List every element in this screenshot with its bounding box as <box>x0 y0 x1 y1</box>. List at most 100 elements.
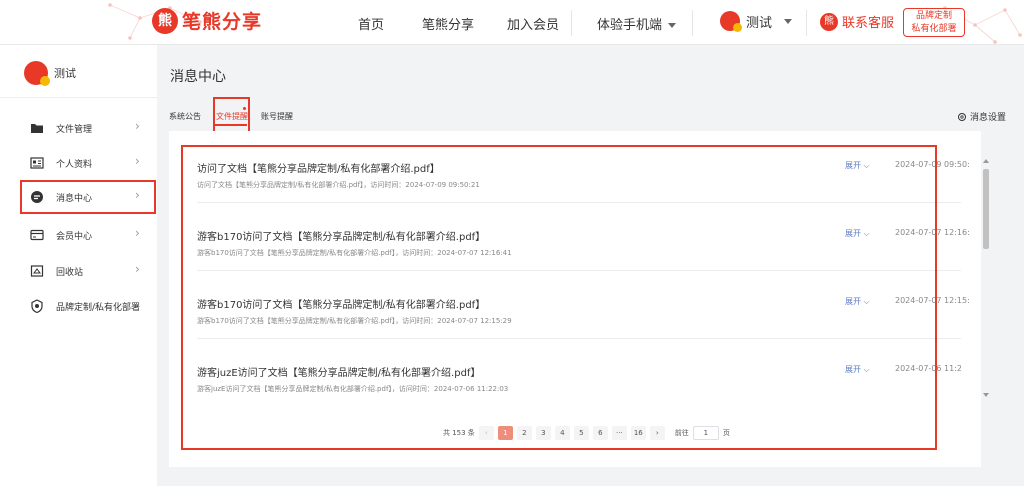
sidebar-item-profile[interactable]: 个人资料 › <box>20 146 156 180</box>
tab-active-underline <box>215 124 247 126</box>
message-detail: 游客juzE访问了文档【笔熊分享品牌定制/私有化部署介绍.pdf】，访问时间：2… <box>197 385 509 393</box>
nav-mobile[interactable]: 体验手机端 <box>597 14 677 33</box>
brand-customize-button[interactable]: 品牌定制 私有化部署 <box>903 8 965 37</box>
tab-highlight-frame <box>213 97 250 135</box>
tab-account-reminder[interactable]: 账号提醒 <box>261 111 293 122</box>
chevron-right-icon: › <box>135 188 140 202</box>
top-header: 熊 笔熊分享 首页 笔熊分享 加入会员 体验手机端 测试 熊 联系客服 品牌定制… <box>0 0 1024 45</box>
sidebar-item-label: 文件管理 <box>56 124 93 135</box>
list-item[interactable]: 访问了文档【笔熊分享品牌定制/私有化部署介绍.pdf】 访问了文档【笔熊分享品牌… <box>197 135 969 203</box>
sidebar-user[interactable]: 测试 <box>24 61 76 86</box>
contact-service-link[interactable]: 熊 联系客服 <box>820 12 894 31</box>
nav-share[interactable]: 笔熊分享 <box>422 14 474 33</box>
sidebar-item-label: 会员中心 <box>56 231 93 242</box>
settings-label: 消息设置 <box>970 113 1007 123</box>
sidebar-item-message-center[interactable]: 消息中心 › <box>20 180 156 214</box>
chevron-right-icon: › <box>135 154 140 168</box>
more-pages-button[interactable]: ··· <box>611 426 627 440</box>
message-detail: 游客b170访问了文档【笔熊分享品牌定制/私有化部署介绍.pdf】，访问时间：2… <box>197 249 512 257</box>
message-time: 2024-07-06 11:22:03 <box>895 364 961 373</box>
chevron-right-icon: › <box>135 226 140 240</box>
gear-icon <box>958 112 966 121</box>
chevron-down-icon: ⌵ <box>861 161 870 170</box>
nav-divider <box>692 10 693 36</box>
message-detail: 游客b170访问了文档【笔熊分享品牌定制/私有化部署介绍.pdf】，访问时间：2… <box>197 317 512 325</box>
page-button[interactable]: 2 <box>516 426 532 440</box>
logo-text: 笔熊分享 <box>182 11 263 33</box>
sidebar-item-member-center[interactable]: 会员中心 › <box>20 218 156 252</box>
divider <box>0 97 157 98</box>
message-title: 游客b170访问了文档【笔熊分享品牌定制/私有化部署介绍.pdf】 <box>197 300 486 311</box>
chevron-down-icon: ⌵ <box>861 365 870 374</box>
message-time: 2024-07-07 12:15:29 <box>895 296 969 305</box>
sidebar-item-recycle-bin[interactable]: 回收站 › <box>20 254 156 288</box>
service-label: 联系客服 <box>842 16 895 31</box>
expand-link[interactable]: 展开 ⌵ <box>845 296 870 307</box>
nav-mobile-label: 体验手机端 <box>597 18 663 33</box>
folder-icon <box>30 122 44 134</box>
chevron-down-icon: ⌵ <box>861 229 870 238</box>
customer-service-icon: 熊 <box>820 12 838 31</box>
expand-label: 展开 <box>845 161 861 170</box>
expand-label: 展开 <box>845 229 861 238</box>
message-panel: 访问了文档【笔熊分享品牌定制/私有化部署介绍.pdf】 访问了文档【笔熊分享品牌… <box>169 131 989 467</box>
scroll-up-arrow-icon[interactable] <box>983 159 989 163</box>
nav-join-member[interactable]: 加入会员 <box>507 14 559 33</box>
user-name: 测试 <box>746 15 773 31</box>
expand-link[interactable]: 展开 ⌵ <box>845 228 870 239</box>
page-button[interactable]: 5 <box>573 426 589 440</box>
message-title: 游客b170访问了文档【笔熊分享品牌定制/私有化部署介绍.pdf】 <box>197 232 486 243</box>
unread-dot <box>243 107 246 110</box>
message-time: 2024-07-09 09:50:21 <box>895 160 969 169</box>
sidebar-item-brand-customize[interactable]: 品牌定制/私有化部署 <box>20 289 156 323</box>
sidebar-item-file-management[interactable]: 文件管理 › <box>20 111 156 145</box>
page-button[interactable]: 1 <box>497 426 513 440</box>
sidebar-item-label: 个人资料 <box>56 159 93 170</box>
nav-divider <box>571 10 572 36</box>
tab-system-notice[interactable]: 系统公告 <box>169 111 201 122</box>
message-title: 访问了文档【笔熊分享品牌定制/私有化部署介绍.pdf】 <box>197 164 440 175</box>
expand-link[interactable]: 展开 ⌵ <box>845 364 870 375</box>
sidebar-item-label: 消息中心 <box>56 193 93 204</box>
goto-page-input[interactable]: 1 <box>692 426 719 440</box>
page-button[interactable]: 3 <box>535 426 551 440</box>
message-time: 2024-07-07 12:16:41 <box>895 228 969 237</box>
chevron-down-icon <box>784 18 793 24</box>
expand-label: 展开 <box>845 365 861 374</box>
chevron-right-icon: › <box>135 119 140 133</box>
sidebar-user-name: 测试 <box>54 67 76 80</box>
site-logo[interactable]: 熊 笔熊分享 <box>152 7 262 34</box>
brand-button-line2: 私有化部署 <box>911 24 957 34</box>
badge-icon <box>30 299 44 313</box>
sidebar: 测试 文件管理 › 个人资料 › 消息中心 › 会员中心 › 回收站 › 品牌定… <box>0 45 157 486</box>
nav-home[interactable]: 首页 <box>358 14 384 33</box>
main-content: 消息中心 系统公告 文件提醒 账号提醒 消息设置 访问了文档【笔熊分享品牌定制/… <box>157 45 1024 486</box>
sidebar-item-label: 回收站 <box>56 267 84 278</box>
next-page-button[interactable]: › <box>649 426 665 440</box>
chevron-right-icon: › <box>135 262 140 276</box>
message-detail: 访问了文档【笔熊分享品牌定制/私有化部署介绍.pdf】，访问时间：2024-07… <box>197 181 480 189</box>
message-list: 访问了文档【笔熊分享品牌定制/私有化部署介绍.pdf】 访问了文档【笔熊分享品牌… <box>169 131 969 446</box>
scroll-down-arrow-icon[interactable] <box>983 393 989 397</box>
sidebar-item-label: 品牌定制/私有化部署 <box>56 302 141 313</box>
message-settings-button[interactable]: 消息设置 <box>957 110 1006 123</box>
message-icon <box>30 191 44 203</box>
list-item[interactable]: 游客b170访问了文档【笔熊分享品牌定制/私有化部署介绍.pdf】 游客b170… <box>197 203 969 271</box>
prev-page-button[interactable]: ‹ <box>478 426 494 440</box>
chevron-down-icon <box>668 23 677 28</box>
expand-link[interactable]: 展开 ⌵ <box>845 160 870 171</box>
list-item[interactable]: 游客b170访问了文档【笔熊分享品牌定制/私有化部署介绍.pdf】 游客b170… <box>197 271 969 339</box>
goto-label: 前往 <box>674 429 689 437</box>
page-title: 消息中心 <box>170 69 226 85</box>
page-button[interactable]: 16 <box>630 426 646 440</box>
nav-divider <box>806 10 807 36</box>
scroll-thumb[interactable] <box>983 169 989 249</box>
chevron-down-icon: ⌵ <box>861 297 870 306</box>
card-icon <box>30 229 44 241</box>
list-item[interactable]: 游客juzE访问了文档【笔熊分享品牌定制/私有化部署介绍.pdf】 游客juzE… <box>197 339 961 395</box>
page-button[interactable]: 6 <box>592 426 608 440</box>
page-button[interactable]: 4 <box>554 426 570 440</box>
message-title: 游客juzE访问了文档【笔熊分享品牌定制/私有化部署介绍.pdf】 <box>197 368 481 379</box>
scrollbar[interactable] <box>982 159 990 397</box>
user-menu[interactable]: 测试 <box>720 11 793 32</box>
